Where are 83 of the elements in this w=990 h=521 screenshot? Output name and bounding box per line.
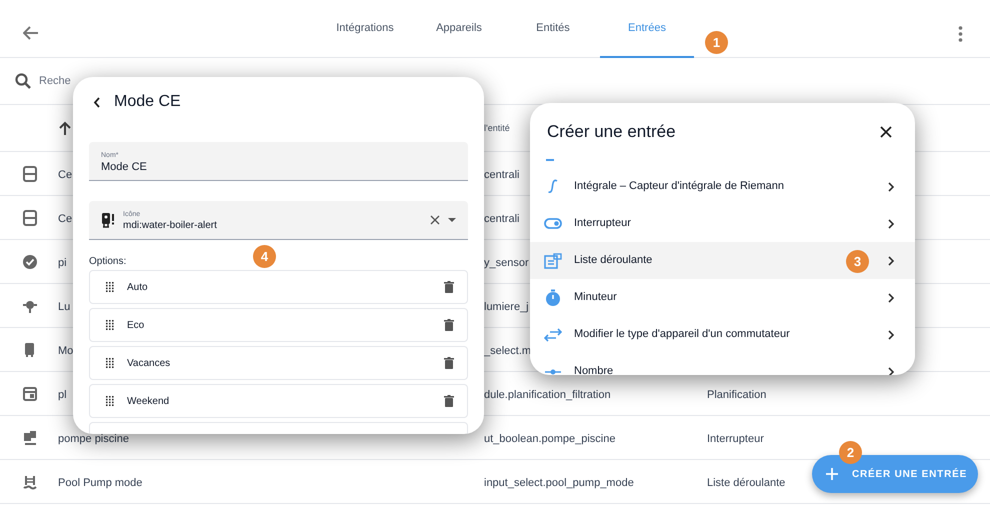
trash-icon[interactable] <box>444 395 454 407</box>
step-badge: 2 <box>839 441 862 464</box>
more-icon[interactable] <box>958 26 963 42</box>
chevron-icon <box>888 182 895 192</box>
item-label: Minuteur <box>574 290 617 306</box>
search-field[interactable]: Reche <box>39 72 71 90</box>
table-cell-text: Pool Pump mode <box>58 476 142 491</box>
table-cell-text: Ce <box>58 212 72 227</box>
option-label: Auto <box>127 280 149 294</box>
field-value: Mode CE <box>101 160 148 174</box>
list-item-icon <box>544 326 562 344</box>
drag-handle-icon[interactable] <box>106 320 114 330</box>
item-label: Nombre <box>574 364 614 375</box>
option-label: Weekend <box>127 394 170 408</box>
dialog-title: Mode CE <box>114 92 181 112</box>
table-cell-text: ut_boolean.pompe_piscine <box>484 432 616 447</box>
tab[interactable]: Appareils <box>412 0 506 58</box>
list-item[interactable]: Modifier le type d'appareil d'un commutateur <box>530 316 915 353</box>
table-cell-text: centrali <box>484 212 520 227</box>
row-icon <box>22 210 38 226</box>
item-label: Intégrale – Capteur d'intégrale de Riemann <box>574 179 784 194</box>
chevron-icon <box>888 218 895 228</box>
item-label: Modifier le type d'appareil d'un commutateur <box>574 327 790 342</box>
clear-icon[interactable] <box>430 215 440 225</box>
list-item-icon <box>544 288 562 306</box>
table-cell-text: pompe piscine <box>58 432 129 447</box>
list-item[interactable]: Nombre <box>530 353 915 375</box>
row-icon <box>22 166 38 182</box>
table-cell-text: input_select.pool_pump_mode <box>484 476 634 491</box>
table-cell-text: Planification <box>707 388 766 403</box>
option-label: Vacances <box>127 356 172 370</box>
chevron-icon <box>888 366 895 375</box>
drag-handle-icon[interactable] <box>106 358 114 368</box>
list-item-icon <box>548 179 558 194</box>
item-label: Liste déroulante <box>574 253 652 268</box>
table-cell-text: pi <box>58 256 67 271</box>
list-item[interactable]: Intégrale – Capteur d'intégrale de Riemann <box>530 168 915 205</box>
drag-handle-icon[interactable] <box>106 396 114 406</box>
list-item-icon <box>544 252 562 270</box>
water-heater-icon <box>101 212 115 228</box>
options-label: Options: <box>89 256 126 267</box>
row-icon <box>22 386 38 402</box>
option-label: Eco <box>127 318 146 332</box>
row-icon <box>22 430 38 446</box>
trash-icon[interactable] <box>444 319 454 331</box>
chevron-icon <box>888 256 895 266</box>
table-cell-text: lumiere_j <box>484 300 529 315</box>
back-arrow-icon[interactable] <box>23 26 39 40</box>
table-cell-text: Interrupteur <box>707 432 764 447</box>
tab[interactable]: Intégrations <box>318 0 412 58</box>
chevron-icon <box>888 330 895 340</box>
table-cell-text: pl <box>58 388 67 403</box>
field-value: mdi:water-boiler-alert <box>123 218 217 232</box>
trash-icon[interactable] <box>444 281 454 293</box>
list-item-icon <box>546 159 554 162</box>
table-cell-text: _select.m <box>484 344 532 359</box>
item-label: Interrupteur <box>574 216 631 232</box>
row-icon <box>22 254 38 270</box>
table-cell-text: centrali <box>484 168 520 183</box>
table-cell-text: Ce <box>58 168 72 183</box>
dialog-title: Créer une entrée <box>547 121 676 144</box>
chevron-icon <box>888 292 895 302</box>
search-icon <box>15 73 31 89</box>
back-chevron-icon[interactable] <box>93 96 101 108</box>
trash-icon[interactable] <box>444 357 454 369</box>
table-cell-text: y_sensor <box>484 256 529 271</box>
column-header[interactable]: l'entité <box>484 122 510 136</box>
row-icon <box>22 474 38 490</box>
table-cell-text: Mo <box>58 344 74 359</box>
row-icon <box>22 298 38 314</box>
table-cell-text: Lu <box>58 300 70 315</box>
table-cell-text: dule.planification_filtration <box>484 388 611 403</box>
drag-handle-icon[interactable] <box>106 282 114 292</box>
sort-arrow-icon[interactable] <box>59 121 71 135</box>
list-item-icon <box>544 368 562 374</box>
table-cell-text: Liste déroulante <box>707 476 786 491</box>
dropdown-caret-icon[interactable] <box>448 218 456 222</box>
list-item[interactable]: Minuteur <box>530 279 915 316</box>
close-icon[interactable] <box>880 126 892 138</box>
plus-icon <box>826 468 838 480</box>
step-badge: 1 <box>705 31 728 54</box>
tab[interactable]: Entités <box>506 0 600 58</box>
list-item[interactable]: Interrupteur <box>530 205 915 242</box>
